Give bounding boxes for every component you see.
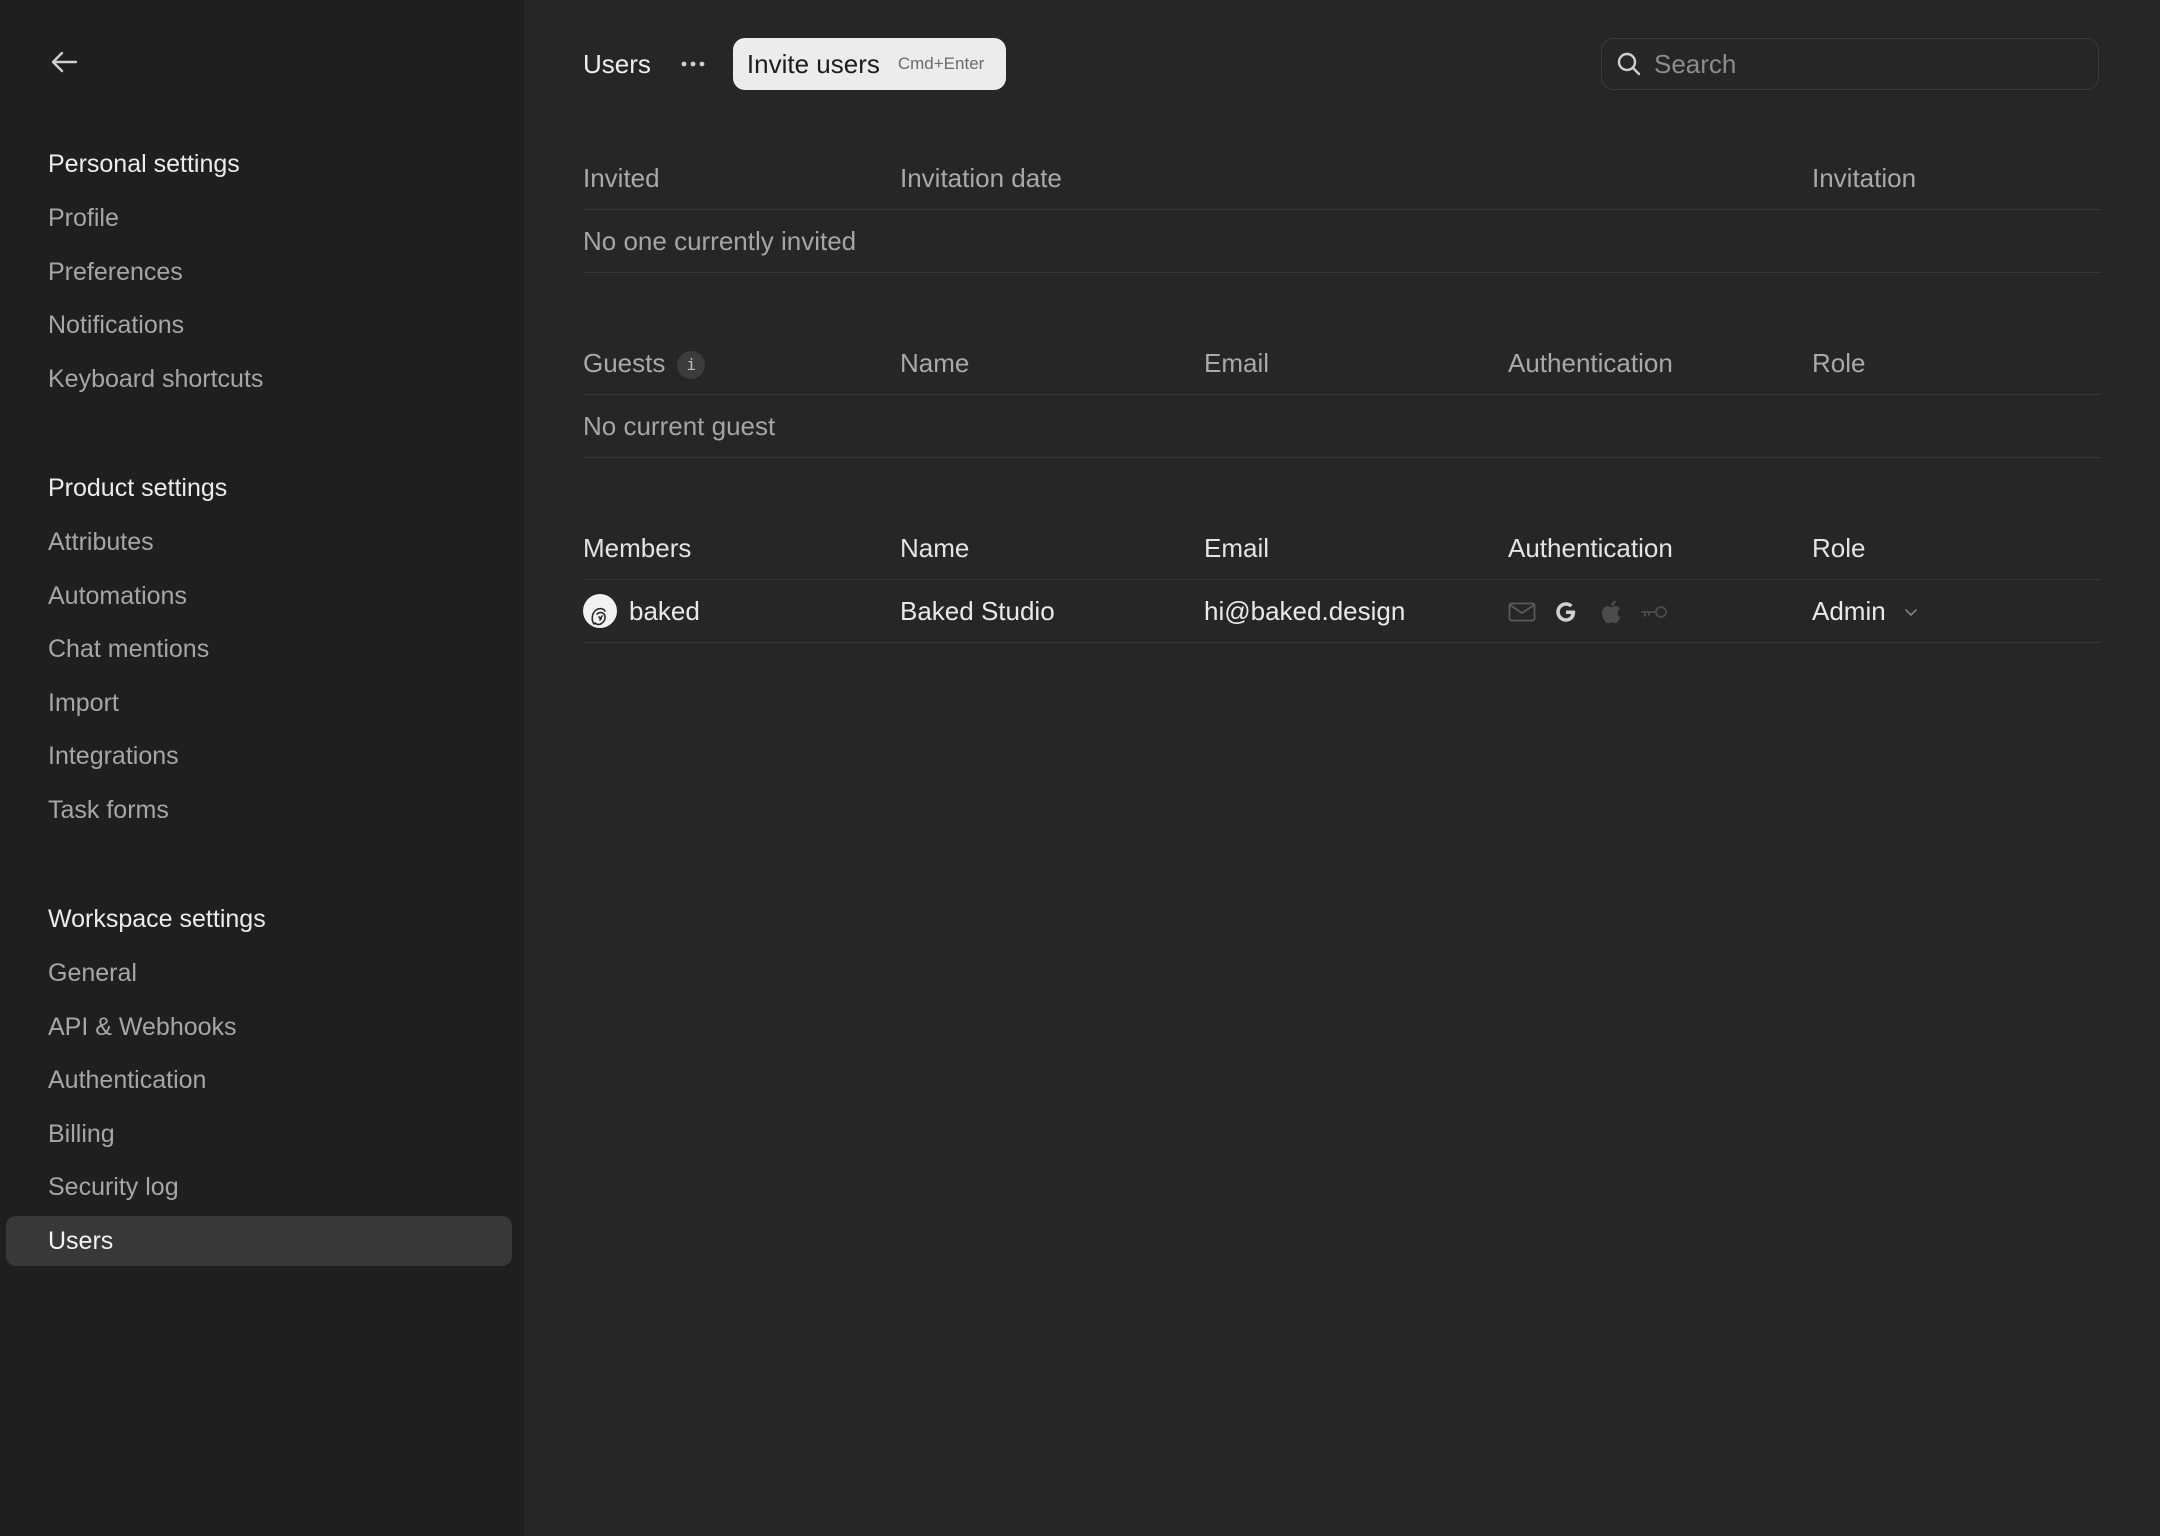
guests-column-header: Guests i: [583, 332, 706, 395]
arrow-left-icon: [51, 51, 78, 73]
invitation-column-header: Invitation: [1812, 163, 1917, 193]
sidebar-item-api-webhooks[interactable]: API & Webhooks: [6, 1002, 512, 1052]
guest-authentication-column-header: Authentication: [1508, 348, 1673, 378]
guests-header-row: Guests i Name Email Authentication Role: [583, 332, 2101, 395]
member-auth-methods: [1508, 580, 1668, 643]
workspace-settings-section: Workspace settings General API & Webhook…: [0, 899, 524, 1269]
invited-column-header: Invited: [583, 163, 660, 193]
member-name-column-header: Name: [900, 533, 970, 563]
key-icon: [1640, 598, 1668, 626]
guest-role-column-header: Role: [1812, 348, 1866, 378]
guests-table: Guests i Name Email Authentication Role N…: [583, 332, 2101, 458]
table-row[interactable]: baked Baked Studio hi@baked.design Admin: [583, 580, 2101, 643]
guests-empty-row: No current guest: [583, 395, 2101, 458]
search-input[interactable]: [1652, 47, 2076, 81]
main-content: Users Invite users Cmd+Enter Invited Inv…: [524, 0, 2160, 1536]
sidebar-item-keyboard-shortcuts[interactable]: Keyboard shortcuts: [6, 354, 512, 404]
invite-users-label: Invite users: [746, 48, 880, 79]
search-icon: [1617, 52, 1641, 76]
mail-icon: [1508, 598, 1536, 626]
sidebar-item-authentication[interactable]: Authentication: [6, 1055, 512, 1105]
workspace-settings-heading: Workspace settings: [48, 905, 266, 933]
sidebar-item-integrations[interactable]: Integrations: [6, 731, 512, 781]
guest-email-column-header: Email: [1204, 348, 1270, 378]
sidebar-item-notifications[interactable]: Notifications: [6, 300, 512, 350]
member-name: Baked Studio: [900, 596, 1055, 626]
members-table: Members Name Email Authentication Role b…: [583, 517, 2101, 643]
members-column-header: Members: [583, 533, 692, 563]
avatar: [583, 594, 617, 629]
back-button[interactable]: [44, 42, 84, 82]
top-bar: Users Invite users Cmd+Enter: [583, 38, 1007, 90]
sidebar-item-users[interactable]: Users: [6, 1215, 512, 1266]
member-username-cell: baked: [583, 580, 700, 643]
member-email: hi@baked.design: [1204, 596, 1406, 626]
sidebar-item-preferences[interactable]: Preferences: [6, 247, 512, 297]
personal-settings-section: Personal settings Profile Preferences No…: [0, 144, 524, 407]
invited-header-row: Invited Invitation date Invitation: [583, 147, 2101, 210]
invitation-date-column-header: Invitation date: [900, 163, 1062, 193]
ellipsis-icon: [681, 61, 705, 67]
search-box[interactable]: [1601, 38, 2099, 90]
sidebar: Personal settings Profile Preferences No…: [0, 0, 524, 1536]
guests-column-label: Guests: [583, 348, 666, 378]
member-role-value: Admin: [1812, 596, 1886, 626]
member-authentication-column-header: Authentication: [1508, 533, 1673, 563]
sidebar-item-chat-mentions[interactable]: Chat mentions: [6, 624, 512, 674]
invite-shortcut-hint: Cmd+Enter: [897, 54, 985, 73]
sidebar-item-profile[interactable]: Profile: [6, 193, 512, 243]
personal-settings-heading: Personal settings: [48, 150, 240, 178]
sidebar-item-general[interactable]: General: [6, 948, 512, 998]
sidebar-item-billing[interactable]: Billing: [6, 1109, 512, 1159]
sidebar-item-import[interactable]: Import: [6, 678, 512, 728]
chevron-down-icon: [1904, 609, 1917, 617]
product-settings-section: Product settings Attributes Automations …: [0, 468, 524, 838]
sidebar-item-automations[interactable]: Automations: [6, 571, 512, 621]
invited-empty-text: No one currently invited: [583, 226, 857, 256]
sidebar-item-task-forms[interactable]: Task forms: [6, 785, 512, 835]
google-icon: [1552, 598, 1580, 626]
invite-users-button[interactable]: Invite users Cmd+Enter: [732, 38, 1007, 90]
sidebar-item-security-log[interactable]: Security log: [6, 1162, 512, 1212]
page-title: Users: [583, 48, 651, 79]
more-options-button[interactable]: [679, 50, 707, 78]
avatar-illustration-icon: [591, 607, 606, 626]
info-icon[interactable]: i: [677, 351, 706, 380]
product-settings-heading: Product settings: [48, 474, 228, 502]
member-role-column-header: Role: [1812, 533, 1866, 563]
invited-table: Invited Invitation date Invitation No on…: [583, 147, 2101, 273]
guest-name-column-header: Name: [900, 348, 970, 378]
sidebar-item-attributes[interactable]: Attributes: [6, 517, 512, 567]
members-header-row: Members Name Email Authentication Role: [583, 517, 2101, 580]
invited-empty-row: No one currently invited: [583, 210, 2101, 273]
member-username: baked: [629, 596, 700, 626]
member-email-column-header: Email: [1204, 533, 1270, 563]
guests-empty-text: No current guest: [583, 411, 776, 441]
apple-icon: [1596, 598, 1624, 626]
member-role-select[interactable]: Admin: [1812, 580, 1918, 643]
